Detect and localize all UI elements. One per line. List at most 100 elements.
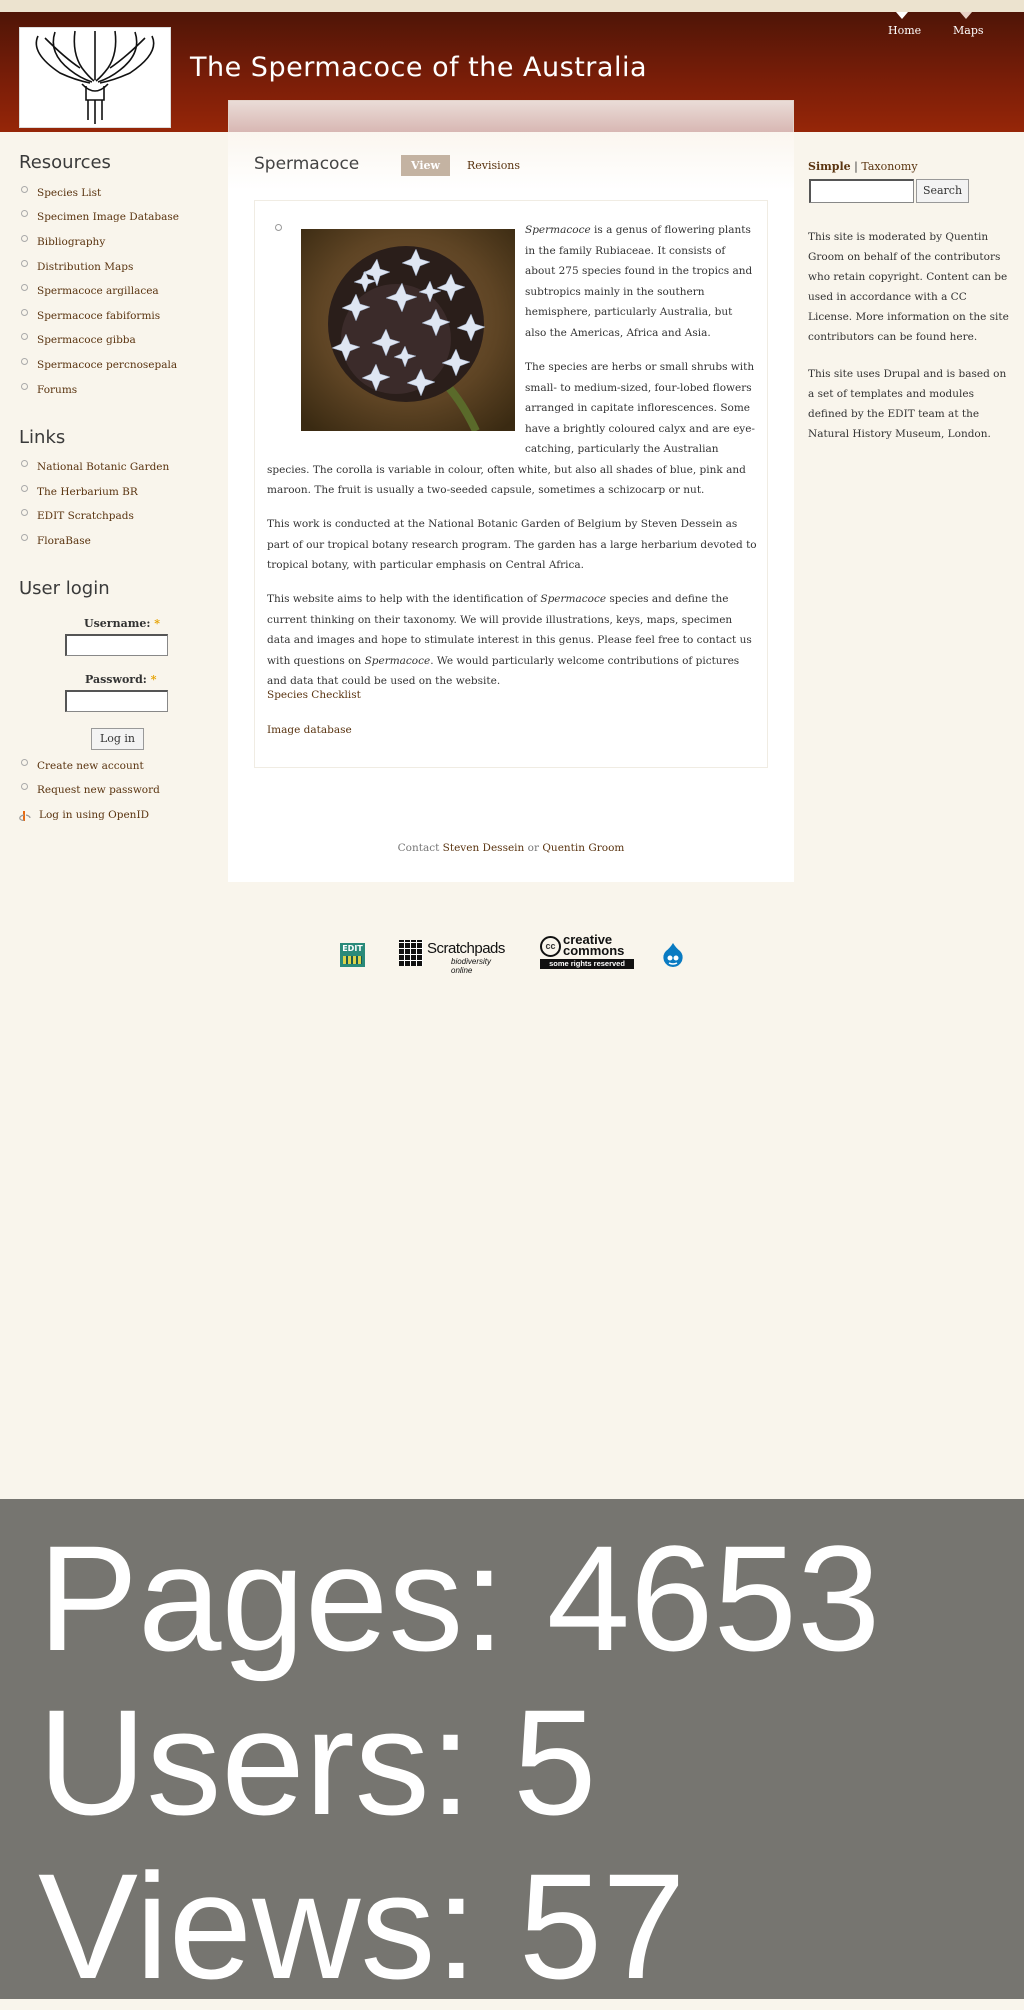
image-database-link[interactable]: Image database xyxy=(267,724,352,736)
openid-icon xyxy=(19,807,31,821)
search-tab-separator: | xyxy=(850,160,862,173)
site-title[interactable]: The Spermacoce of the Australia xyxy=(190,52,647,83)
resource-item: Bibliography xyxy=(21,236,105,248)
resource-link-forums[interactable]: Forums xyxy=(37,384,77,396)
cc-logo-subtext: some rights reserved xyxy=(540,959,634,969)
resource-item: Forums xyxy=(21,384,77,396)
bullet-icon xyxy=(21,759,28,766)
nav-home[interactable]: Home xyxy=(888,24,921,37)
resource-item: Spermacoce fabiformis xyxy=(21,310,160,322)
link-item: FloraBase xyxy=(21,535,91,547)
bullet-icon xyxy=(21,260,28,267)
cc-circle-icon: cc xyxy=(540,936,561,957)
password-label-text: Password: xyxy=(85,673,147,686)
resource-item: Spermacoce gibba xyxy=(21,334,136,346)
request-password-link[interactable]: Request new password xyxy=(37,784,160,796)
bullet-icon xyxy=(21,210,28,217)
resource-link-specimen-image-database[interactable]: Specimen Image Database xyxy=(37,211,179,223)
stats-users: Users: 5 xyxy=(38,1678,597,1846)
password-label: Password: * xyxy=(85,673,156,686)
scratchpads-logo[interactable]: Scratchpads biodiversity online xyxy=(399,940,509,975)
search-tab-taxonomy[interactable]: Taxonomy xyxy=(861,160,917,173)
intro-paragraph: Spermacoce is a genus of flowering plant… xyxy=(525,220,757,343)
nav-maps[interactable]: Maps xyxy=(953,24,984,37)
tab-revisions[interactable]: Revisions xyxy=(467,159,520,172)
contact-groom-link[interactable]: Quentin Groom xyxy=(542,842,624,854)
creative-commons-logo[interactable]: cc creative commons some rights reserved xyxy=(540,933,634,970)
bullet-icon xyxy=(21,509,28,516)
link-herbarium-br[interactable]: The Herbarium BR xyxy=(37,486,138,498)
search-input[interactable] xyxy=(809,179,914,203)
username-label: Username: * xyxy=(84,617,160,630)
bullet-icon xyxy=(21,235,28,242)
genus-name: Spermacoce xyxy=(525,224,591,236)
aims-text-a: This website aims to help with the ident… xyxy=(267,593,541,605)
openid-login-link[interactable]: Log in using OpenID xyxy=(39,809,149,821)
bullet-icon xyxy=(21,186,28,193)
search-button[interactable]: Search xyxy=(916,179,969,203)
resource-link-species-list[interactable]: Species List xyxy=(37,187,101,199)
contact-dessein-link[interactable]: Steven Dessein xyxy=(443,842,525,854)
link-edit-scratchpads[interactable]: EDIT Scratchpads xyxy=(37,510,134,522)
species-checklist-link[interactable]: Species Checklist xyxy=(267,689,361,701)
resource-link-gibba[interactable]: Spermacoce gibba xyxy=(37,334,136,346)
scratchpads-grid-lines xyxy=(399,940,423,966)
main-content-top-bar xyxy=(228,100,794,132)
image-float-spacer xyxy=(267,357,525,459)
resource-link-fabiformis[interactable]: Spermacoce fabiformis xyxy=(37,310,160,322)
page-title: Spermacoce xyxy=(254,154,360,174)
edit-logo-pattern xyxy=(343,956,362,964)
flower-logo-icon xyxy=(35,30,155,124)
stats-panel: Pages: 4653 Users: 5 Views: 57 xyxy=(0,1499,1024,2010)
account-link-item: Log in using OpenID xyxy=(21,809,149,821)
account-link-item: Request new password xyxy=(21,784,160,796)
drupal-logo-icon[interactable] xyxy=(662,942,684,968)
links-heading: Links xyxy=(19,427,66,448)
search-tabs: Simple | Taxonomy xyxy=(808,160,918,173)
username-label-text: Username: xyxy=(84,617,151,630)
genus-name: Spermacoce xyxy=(364,654,431,667)
stats-pages: Pages: 4653 xyxy=(38,1514,881,1682)
login-button[interactable]: Log in xyxy=(91,728,144,750)
contact-line: Contact Steven Dessein or Quentin Groom xyxy=(228,842,794,854)
nav-active-marker-icon xyxy=(896,12,908,19)
drupal-note: This site uses Drupal and is based on a … xyxy=(808,368,1007,440)
create-account-link[interactable]: Create new account xyxy=(37,760,144,772)
resource-link-bibliography[interactable]: Bibliography xyxy=(37,236,105,248)
search-tab-simple[interactable]: Simple xyxy=(808,160,851,173)
resource-link-distribution-maps[interactable]: Distribution Maps xyxy=(37,261,133,273)
bullet-icon xyxy=(21,485,28,492)
resource-link-percnosepala[interactable]: Spermacoce percnosepala xyxy=(37,359,177,371)
bullet-icon xyxy=(21,358,28,365)
bullet-icon xyxy=(275,224,282,231)
username-input[interactable] xyxy=(65,634,168,656)
contact-or: or xyxy=(524,842,543,854)
required-mark: * xyxy=(150,673,157,686)
link-florabase[interactable]: FloraBase xyxy=(37,535,91,547)
resource-item: Species List xyxy=(21,187,101,199)
aims-paragraph: This website aims to help with the ident… xyxy=(267,589,757,692)
edit-logo[interactable]: EDIT xyxy=(340,943,365,967)
password-input[interactable] xyxy=(65,690,168,712)
stats-views: Views: 57 xyxy=(38,1842,686,2010)
bullet-icon xyxy=(21,284,28,291)
scratchpads-logo-text: Scratchpads xyxy=(427,940,505,957)
nav-marker-icon xyxy=(960,12,972,19)
bullet-icon xyxy=(21,534,28,541)
required-mark: * xyxy=(154,617,161,630)
link-item: The Herbarium BR xyxy=(21,486,138,498)
resource-item: Spermacoce percnosepala xyxy=(21,359,177,371)
resource-item: Spermacoce argillacea xyxy=(21,285,159,297)
user-login-heading: User login xyxy=(19,578,110,599)
intro-text: is a genus of flowering plants in the fa… xyxy=(525,224,753,339)
resources-heading: Resources xyxy=(19,152,111,173)
site-logo[interactable] xyxy=(19,27,171,128)
top-strip xyxy=(0,0,1024,12)
tab-view[interactable]: View xyxy=(401,155,450,176)
link-item: National Botanic Garden xyxy=(21,461,169,473)
genus-name: Spermacoce xyxy=(540,593,607,605)
description-paragraph: The species are herbs or small shrubs wi… xyxy=(267,357,757,501)
bullet-icon xyxy=(21,309,28,316)
link-national-botanic-garden[interactable]: National Botanic Garden xyxy=(37,461,169,473)
resource-link-argillacea[interactable]: Spermacoce argillacea xyxy=(37,285,159,297)
